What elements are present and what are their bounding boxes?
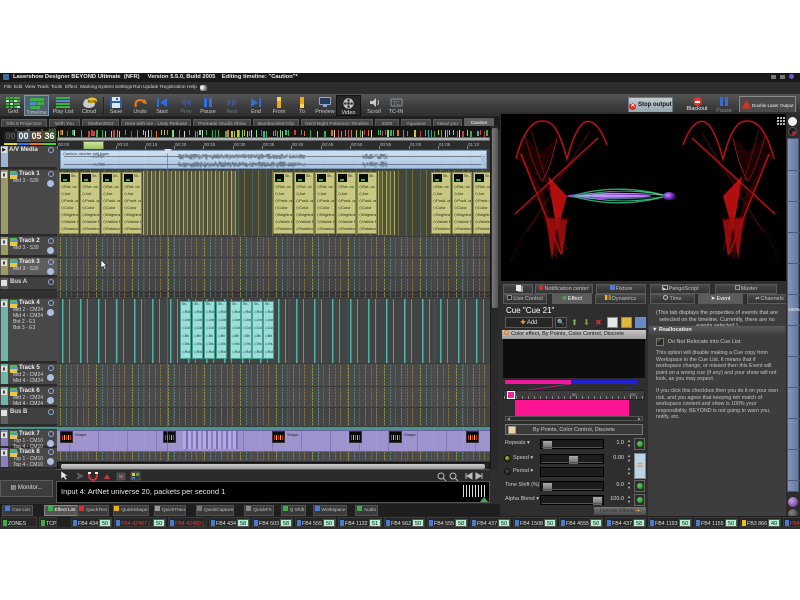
svg-text:TC: TC <box>393 101 400 107</box>
svg-text:beta: beta <box>88 99 97 104</box>
